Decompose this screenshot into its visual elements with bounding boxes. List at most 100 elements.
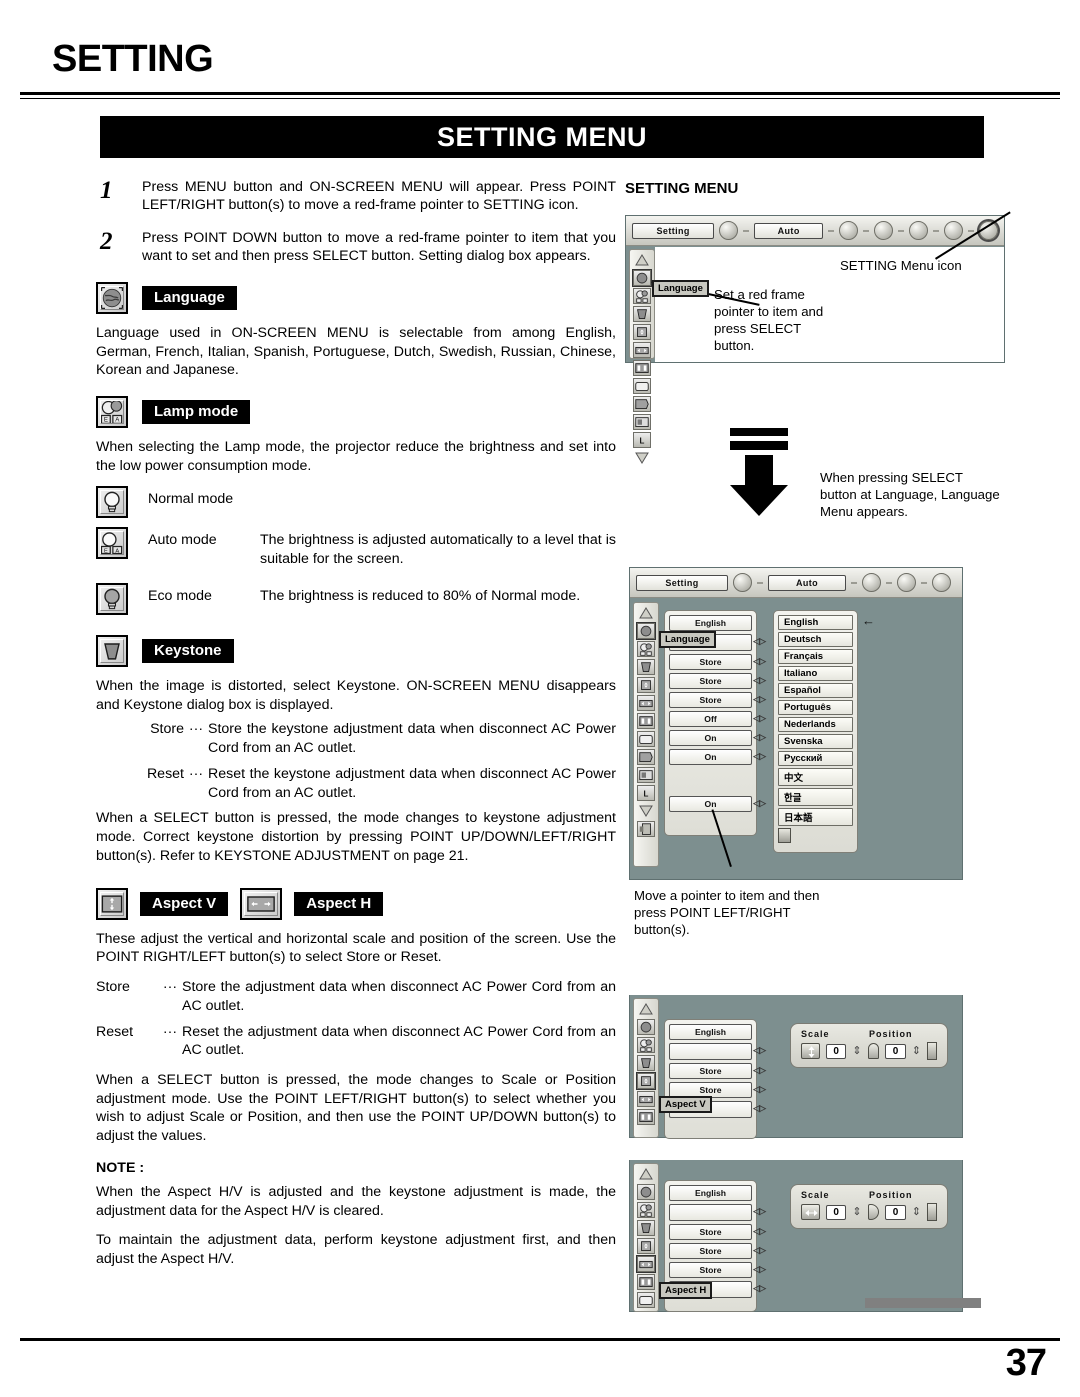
figure4-field-language[interactable]: English bbox=[669, 1185, 752, 1201]
figure3-arrows-2[interactable]: ◁▷ bbox=[753, 1065, 766, 1076]
figure2-arrows-8[interactable]: ◁▷ bbox=[753, 798, 766, 809]
sidebar-item-lamp-counter[interactable]: L bbox=[633, 432, 651, 448]
figure2-field-logo[interactable]: On ◁▷ bbox=[669, 749, 766, 765]
language-option-english[interactable]: English bbox=[778, 615, 853, 630]
figure2-scroll-up-icon[interactable] bbox=[637, 605, 655, 621]
language-option-chinese[interactable]: 中文 bbox=[778, 768, 853, 786]
figure3-field-keystone[interactable]: Store ◁▷ bbox=[669, 1063, 766, 1079]
figure2-field-aspect-h[interactable]: Store ◁▷ bbox=[669, 692, 766, 708]
figure1-image-adjust-icon[interactable] bbox=[839, 221, 858, 240]
figure2-arrows-6[interactable]: ◁▷ bbox=[753, 732, 766, 743]
figure2-arrows-7[interactable]: ◁▷ bbox=[753, 751, 766, 762]
figure2-screen-icon[interactable] bbox=[932, 573, 951, 592]
figure2-sidebar-item-logo[interactable] bbox=[637, 749, 655, 765]
figure2-arrows-5[interactable]: ◁▷ bbox=[753, 713, 766, 724]
language-option-svenska[interactable]: Svenska bbox=[778, 734, 853, 749]
figure3-sidebar-item-lamp-mode[interactable] bbox=[637, 1037, 655, 1053]
sidebar-item-logo[interactable] bbox=[633, 396, 651, 412]
language-option-portugues[interactable]: Português bbox=[778, 700, 853, 715]
figure3-scale-value[interactable]: 0 bbox=[826, 1043, 847, 1059]
figure1-screen-icon[interactable] bbox=[909, 221, 928, 240]
figure4-sidebar-item-blue-back[interactable] bbox=[637, 1274, 655, 1290]
figure3-quit-icon[interactable] bbox=[926, 1042, 937, 1060]
figure2-image-adjust-icon[interactable] bbox=[862, 573, 881, 592]
figure1-input-icon[interactable] bbox=[719, 221, 739, 240]
figure3-arrows-4[interactable]: ◁▷ bbox=[753, 1103, 766, 1114]
language-option-francais[interactable]: Français bbox=[778, 649, 853, 664]
figure2-sidebar-item-lamp-counter[interactable]: L bbox=[637, 785, 655, 801]
sidebar-item-aspect-h[interactable] bbox=[633, 342, 651, 358]
figure2-scroll-down-icon[interactable] bbox=[637, 803, 655, 819]
language-option-espanol[interactable]: Español bbox=[778, 683, 853, 698]
figure4-position-value[interactable]: 0 bbox=[885, 1204, 906, 1220]
language-option-russian[interactable]: Русский bbox=[778, 751, 853, 766]
figure2-arrows-4[interactable]: ◁▷ bbox=[753, 694, 766, 705]
figure4-arrows-5[interactable]: ◁▷ bbox=[753, 1283, 766, 1294]
sidebar-item-keystone[interactable] bbox=[633, 306, 651, 322]
figure3-arrows-3[interactable]: ◁▷ bbox=[753, 1084, 766, 1095]
figure3-sidebar-item-blue-back[interactable] bbox=[637, 1109, 655, 1125]
figure2-sidebar-item-aspect-h[interactable] bbox=[637, 695, 655, 711]
figure4-field-aspect-h[interactable]: Store ◁▷ bbox=[669, 1262, 766, 1278]
figure2-sidebar-item-blue-back[interactable] bbox=[637, 713, 655, 729]
figure1-sound-icon[interactable] bbox=[944, 221, 963, 240]
figure2-sidebar-item-lamp-mode[interactable] bbox=[637, 641, 655, 657]
figure4-field-keystone[interactable]: Store ◁▷ bbox=[669, 1224, 766, 1240]
figure2-arrows-2[interactable]: ◁▷ bbox=[753, 656, 766, 667]
figure2-field-display[interactable]: On ◁▷ bbox=[669, 730, 766, 746]
figure1-color-icon[interactable] bbox=[874, 221, 893, 240]
language-option-nederlands[interactable]: Nederlands bbox=[778, 717, 853, 732]
sidebar-item-display[interactable] bbox=[633, 378, 651, 394]
figure3-position-value[interactable]: 0 bbox=[885, 1043, 906, 1059]
sidebar-item-ceiling[interactable] bbox=[633, 414, 651, 430]
figure2-auto-button[interactable]: Auto bbox=[768, 574, 846, 591]
figure2-sidebar-item-language[interactable] bbox=[637, 623, 655, 639]
figure4-position-stepper[interactable]: ⇕ bbox=[912, 1206, 921, 1217]
language-option-korean[interactable]: 한글 bbox=[778, 788, 853, 806]
figure2-arrows-3[interactable]: ◁▷ bbox=[753, 675, 766, 686]
figure3-sidebar-item-language[interactable] bbox=[637, 1019, 655, 1035]
figure2-arrows-1[interactable]: ◁▷ bbox=[753, 636, 766, 647]
figure2-sidebar-item-display[interactable] bbox=[637, 731, 655, 747]
figure2-setting-button[interactable]: Setting bbox=[636, 574, 728, 591]
figure2-quit-icon[interactable] bbox=[778, 828, 791, 843]
language-option-deutsch[interactable]: Deutsch bbox=[778, 632, 853, 647]
figure3-sidebar-item-aspect-v[interactable] bbox=[637, 1073, 655, 1089]
sidebar-item-blue-back[interactable] bbox=[633, 360, 651, 376]
figure4-sidebar-item-language[interactable] bbox=[637, 1184, 655, 1200]
figure2-field-aspect-v[interactable]: Store ◁▷ bbox=[669, 673, 766, 689]
figure2-sidebar-item-keystone[interactable] bbox=[637, 659, 655, 675]
figure4-sidebar-item-display[interactable] bbox=[637, 1292, 655, 1308]
language-option-japanese[interactable]: 日本語 bbox=[778, 808, 853, 826]
figure2-field-language[interactable]: English bbox=[669, 615, 752, 631]
figure3-arrows-1[interactable]: ◁▷ bbox=[753, 1045, 766, 1056]
figure4-sidebar-item-keystone[interactable] bbox=[637, 1220, 655, 1236]
sidebar-item-aspect-v[interactable] bbox=[633, 324, 651, 340]
figure3-sidebar-item-aspect-h[interactable] bbox=[637, 1091, 655, 1107]
scroll-down-icon[interactable] bbox=[633, 450, 651, 466]
figure1-setting-button[interactable]: Setting bbox=[632, 222, 715, 239]
figure4-field-lamp-mode[interactable]: ◁▷ bbox=[669, 1204, 766, 1221]
figure4-field-aspect-v[interactable]: Store ◁▷ bbox=[669, 1243, 766, 1259]
figure4-arrows-4[interactable]: ◁▷ bbox=[753, 1264, 766, 1275]
figure3-position-stepper[interactable]: ⇕ bbox=[912, 1045, 921, 1056]
figure4-scroll-up-icon[interactable] bbox=[637, 1166, 655, 1182]
scroll-up-icon[interactable] bbox=[633, 252, 651, 268]
sidebar-item-language[interactable] bbox=[633, 270, 651, 286]
figure2-sidebar-item-quit[interactable] bbox=[637, 821, 655, 837]
figure2-input-icon[interactable] bbox=[733, 573, 752, 592]
figure3-sidebar-item-keystone[interactable] bbox=[637, 1055, 655, 1071]
figure4-quit-icon[interactable] bbox=[926, 1203, 937, 1221]
figure4-arrows-2[interactable]: ◁▷ bbox=[753, 1226, 766, 1237]
figure4-scale-value[interactable]: 0 bbox=[826, 1204, 847, 1220]
figure3-field-language[interactable]: English bbox=[669, 1024, 752, 1040]
figure2-field-blue-back[interactable]: Off ◁▷ bbox=[669, 711, 766, 727]
language-option-italiano[interactable]: Italiano bbox=[778, 666, 853, 681]
figure4-scale-stepper[interactable]: ⇕ bbox=[852, 1206, 861, 1217]
figure4-sidebar-item-aspect-v[interactable] bbox=[637, 1238, 655, 1254]
figure2-field-keystone[interactable]: Store ◁▷ bbox=[669, 654, 766, 670]
figure2-color-icon[interactable] bbox=[897, 573, 916, 592]
figure2-sidebar-item-aspect-v[interactable] bbox=[637, 677, 655, 693]
figure4-arrows-3[interactable]: ◁▷ bbox=[753, 1245, 766, 1256]
figure4-arrows-1[interactable]: ◁▷ bbox=[753, 1206, 766, 1217]
